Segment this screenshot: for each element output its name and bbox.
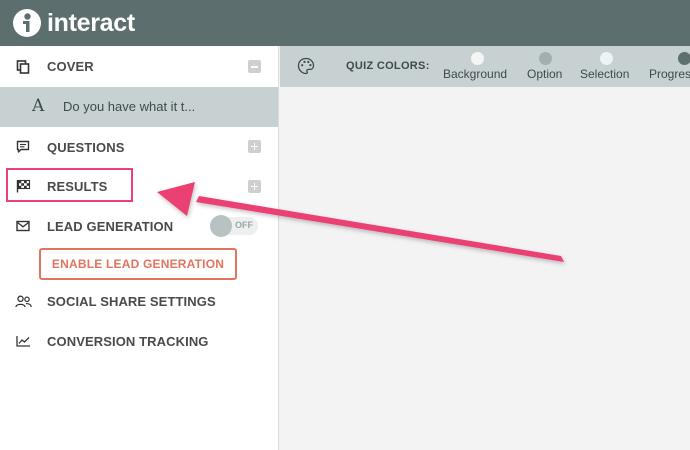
option-color-swatch[interactable] [539, 52, 552, 65]
swatch-label: Background [443, 67, 508, 81]
toggle-label: OFF [235, 220, 253, 230]
comment-icon [14, 138, 32, 156]
sidebar-item-label: QUESTIONS [47, 139, 125, 155]
logo[interactable]: interact [12, 6, 135, 40]
envelope-icon [14, 217, 32, 235]
collapse-button[interactable] [248, 60, 261, 73]
cover-subitem[interactable]: A Do you have what it t... [0, 87, 278, 127]
quiz-colors-toolbar: QUIZ COLORS: Background Option Selection… [280, 46, 690, 87]
text-type-icon: A [32, 96, 45, 116]
users-icon [14, 292, 32, 310]
background-color-swatch[interactable] [471, 52, 484, 65]
progress-color-swatch[interactable] [678, 52, 690, 65]
swatch-label: Option [527, 67, 563, 81]
toolbar-divider [327, 46, 337, 87]
logo-text: interact [47, 8, 135, 37]
selection-color-swatch[interactable] [600, 52, 613, 65]
sidebar-item-questions[interactable]: QUESTIONS [0, 127, 278, 167]
toggle-knob [210, 215, 232, 237]
sidebar-item-label: LEAD GENERATION [47, 218, 174, 234]
add-question-button[interactable] [248, 140, 261, 153]
sidebar-item-label: COVER [47, 59, 94, 74]
sidebar-item-label: SOCIAL SHARE SETTINGS [47, 293, 216, 309]
logo-mark-icon [13, 9, 41, 37]
main-canvas [280, 87, 690, 450]
sidebar-item-conversion-tracking[interactable]: CONVERSION TRACKING [0, 322, 278, 360]
top-bar: interact [0, 0, 690, 46]
palette-icon[interactable] [297, 57, 315, 80]
sidebar-item-social-share[interactable]: SOCIAL SHARE SETTINGS [0, 282, 278, 320]
copy-icon [14, 58, 32, 76]
swatch-label: Selection [580, 67, 630, 81]
sidebar: COVER A Do you have what it t... QUESTIO… [0, 46, 279, 450]
add-result-button[interactable] [248, 180, 261, 193]
quiz-colors-label: QUIZ COLORS: [346, 60, 430, 72]
swatch-label: Progress [649, 67, 690, 81]
cover-title-text: Do you have what it t... [63, 99, 196, 114]
results-highlight-box [6, 168, 133, 202]
enable-lead-generation-button[interactable]: ENABLE LEAD GENERATION [39, 248, 237, 280]
lead-generation-toggle[interactable]: OFF [210, 215, 258, 237]
sidebar-item-cover[interactable]: COVER [0, 46, 278, 87]
sidebar-item-label: CONVERSION TRACKING [47, 333, 209, 349]
line-chart-icon [14, 332, 32, 350]
